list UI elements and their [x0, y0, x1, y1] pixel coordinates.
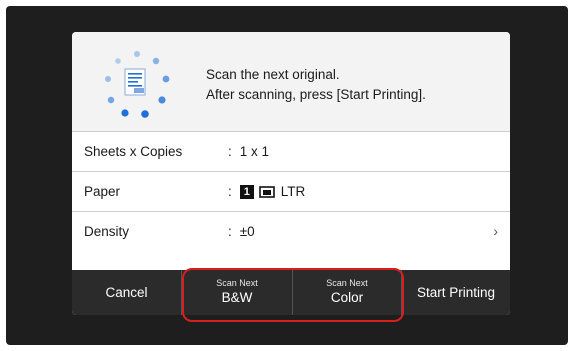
setting-value: : 1 x 1 — [228, 144, 269, 159]
colon-separator: : — [228, 144, 232, 159]
paper-tray-icon — [258, 185, 275, 198]
setting-value: : 1 LTR — [228, 184, 305, 199]
message-area: Scan the next original. After scanning, … — [72, 32, 510, 131]
paper-size-value: LTR — [280, 184, 306, 199]
bw-label: B&W — [221, 290, 253, 305]
density-value: ±0 — [239, 224, 255, 239]
setting-label: Paper — [84, 184, 121, 199]
setting-value: : ±0 — [228, 224, 255, 239]
colon-separator: : — [228, 184, 232, 199]
setting-row-sheets-copies: Sheets x Copies : 1 x 1 — [72, 131, 510, 172]
start-printing-label: Start Printing — [416, 285, 496, 300]
colon-separator: : — [228, 224, 232, 239]
setting-row-paper: Paper : 1 LTR — [72, 171, 510, 212]
chevron-right-icon: › — [493, 223, 498, 239]
paper-source-number-icon: 1 — [239, 184, 254, 199]
setting-row-density[interactable]: Density : ±0 › — [72, 211, 510, 271]
action-toolbar: Cancel Scan Next B&W Scan Next Color Sta… — [72, 270, 510, 315]
sheets-copies-value: 1 x 1 — [239, 144, 270, 159]
instruction-line-1: Scan the next original. — [206, 67, 340, 82]
color-label: Color — [330, 290, 364, 305]
scan-next-color-button[interactable]: Scan Next Color — [293, 270, 402, 315]
start-printing-button[interactable]: Start Printing — [402, 270, 510, 315]
scan-next-bw-button[interactable]: Scan Next B&W — [182, 270, 293, 315]
instruction-line-2: After scanning, press [Start Printing]. — [206, 87, 426, 102]
instruction-text: Scan the next original. After scanning, … — [206, 65, 426, 105]
cancel-label: Cancel — [105, 285, 148, 300]
cancel-button[interactable]: Cancel — [72, 270, 182, 315]
setting-label: Density — [84, 224, 130, 239]
setting-label: Sheets x Copies — [84, 144, 183, 159]
scan-document-icon — [105, 51, 170, 118]
scan-next-label: Scan Next — [216, 278, 258, 288]
scan-next-label: Scan Next — [326, 278, 368, 288]
scan-dialog: Scan the next original. After scanning, … — [72, 32, 510, 315]
